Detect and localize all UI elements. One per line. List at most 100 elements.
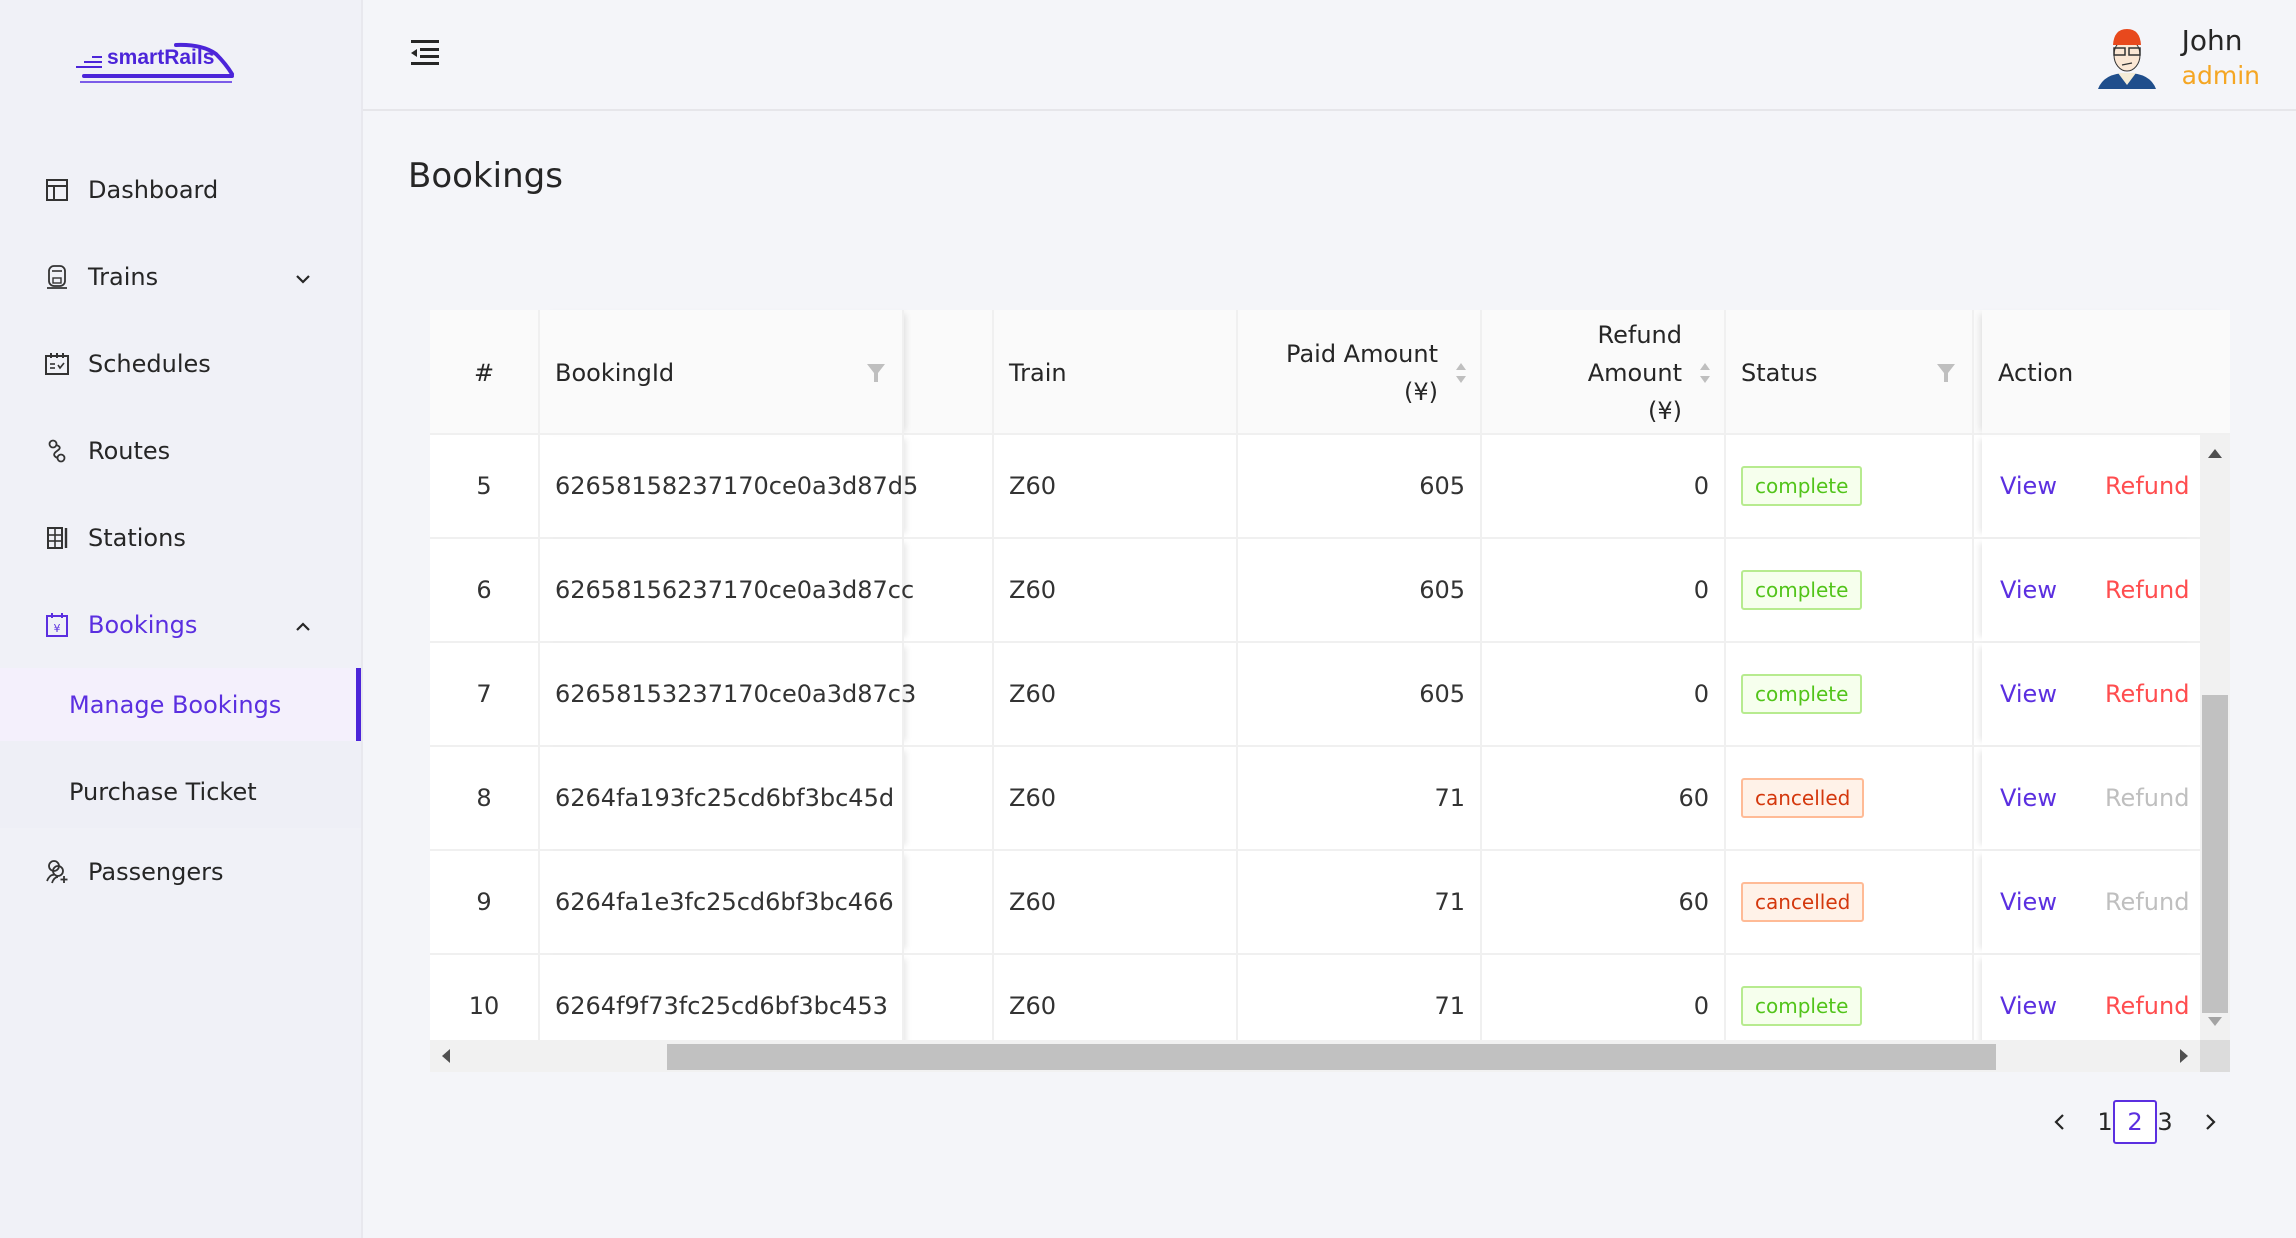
refund-link[interactable]: Refund — [2105, 992, 2189, 1020]
view-link[interactable]: View — [2000, 472, 2057, 500]
cell-hidden — [904, 851, 994, 953]
cell-refund-amount: 0 — [1482, 435, 1726, 537]
sidebar-item-bookings[interactable]: ¥ Bookings — [0, 581, 361, 668]
cell-refund-amount: 0 — [1482, 539, 1726, 641]
cell-train: Z60 — [994, 539, 1238, 641]
cell-index-text: 6 — [476, 576, 492, 604]
scroll-down-icon[interactable] — [2208, 1017, 2222, 1026]
column-label: Status — [1741, 358, 1818, 387]
horizontal-scrollbar[interactable] — [430, 1040, 2200, 1072]
user-role: admin — [2181, 61, 2260, 90]
sidebar-item-label: Bookings — [88, 610, 198, 639]
cell-booking-id-text: 6264fa193fc25cd6bf3bc45d — [555, 784, 895, 812]
sidebar-item-passengers[interactable]: Passengers — [0, 828, 361, 915]
cell-hidden — [904, 435, 994, 537]
sort-icon[interactable] — [1454, 360, 1468, 386]
view-link[interactable]: View — [2000, 888, 2057, 916]
cell-paid-amount: 605 — [1238, 435, 1482, 537]
page-3-button[interactable]: 3 — [2143, 1100, 2187, 1144]
sidebar-item-label: Passengers — [88, 857, 224, 886]
cell-paid-amount-text: 71 — [1434, 784, 1465, 812]
status-badge: cancelled — [1741, 778, 1865, 818]
scroll-up-icon[interactable] — [2208, 449, 2222, 458]
cell-status: complete — [1726, 539, 1974, 641]
view-link[interactable]: View — [2000, 680, 2057, 708]
sidebar-item-manage-bookings[interactable]: Manage Bookings — [0, 668, 361, 741]
cell-index: 7 — [430, 643, 540, 745]
cell-paid-amount-text: 71 — [1434, 992, 1465, 1020]
cell-paid-amount-text: 71 — [1434, 888, 1465, 916]
sidebar-item-dashboard[interactable]: Dashboard — [0, 146, 361, 233]
calendar-yen-icon: ¥ — [44, 612, 70, 638]
cell-booking-id-text: 6264f9f73fc25cd6bf3bc453 — [555, 992, 888, 1020]
sidebar-item-routes[interactable]: Routes — [0, 407, 361, 494]
cell-hidden — [904, 539, 994, 641]
cell-action: View Refund — [1982, 435, 2200, 537]
sidebar-item-label: Schedules — [88, 349, 211, 378]
scroll-right-icon[interactable] — [2180, 1049, 2188, 1063]
page-numbers: 123 — [2090, 1100, 2180, 1144]
bookings-table: # BookingId Train Paid Amount (¥) Refund… — [430, 310, 2230, 1072]
cell-status: complete — [1726, 435, 1974, 537]
cell-hidden — [904, 955, 994, 1040]
avatar[interactable] — [2094, 23, 2160, 93]
refund-link: Refund — [2104, 888, 2190, 916]
table-row: 10 6264f9f73fc25cd6bf3bc453 Z60 71 0 complete… — [430, 955, 2200, 1040]
sidebar-item-trains[interactable]: Trains — [0, 233, 361, 320]
refund-link[interactable]: Refund — [2105, 576, 2189, 604]
svg-text:¥: ¥ — [54, 622, 61, 635]
column-header-paid-amount[interactable]: Paid Amount (¥) — [1238, 310, 1482, 435]
cell-paid-amount-text: 605 — [1419, 680, 1465, 708]
scroll-left-icon[interactable] — [442, 1049, 450, 1063]
sidebar-item-stations[interactable]: Stations — [0, 494, 361, 581]
table-row: 8 6264fa193fc25cd6bf3bc45d Z60 71 60 cancelle… — [430, 747, 2200, 851]
user-profile[interactable]: John admin — [2094, 20, 2260, 96]
cell-paid-amount: 605 — [1238, 643, 1482, 745]
cell-booking-id: 62658153237170ce0a3d87c3 — [540, 643, 916, 745]
cell-booking-id: 6264fa1e3fc25cd6bf3bc466 — [540, 851, 904, 953]
vertical-scrollbar[interactable] — [2200, 435, 2230, 1040]
user-add-icon — [44, 859, 70, 885]
cell-train-text: Z60 — [1009, 576, 1056, 604]
cell-booking-id: 6264fa193fc25cd6bf3bc45d — [540, 747, 904, 849]
column-label: Train — [1009, 358, 1067, 387]
cell-status: cancelled — [1726, 747, 1974, 849]
refund-link[interactable]: Refund — [2105, 472, 2189, 500]
cell-booking-id-text: 6264fa1e3fc25cd6bf3bc466 — [555, 888, 894, 916]
status-badge: complete — [1741, 466, 1863, 506]
cell-train-text: Z60 — [1009, 680, 1056, 708]
cell-refund-amount-text: 60 — [1678, 784, 1709, 812]
smartrails-logo[interactable]: smartRails — [74, 40, 244, 90]
cell-train-text: Z60 — [1009, 472, 1056, 500]
view-link[interactable]: View — [2000, 784, 2057, 812]
prev-page-button[interactable] — [2038, 1100, 2082, 1144]
cell-train: Z60 — [994, 435, 1238, 537]
view-link[interactable]: View — [2000, 992, 2057, 1020]
filter-icon[interactable] — [866, 362, 886, 384]
cell-index: 10 — [430, 955, 540, 1040]
sort-icon[interactable] — [1698, 360, 1712, 386]
cell-index-text: 9 — [476, 888, 492, 916]
column-label: # — [473, 358, 495, 387]
next-page-button[interactable] — [2188, 1100, 2232, 1144]
menu-fold-button[interactable] — [409, 38, 441, 66]
column-header-status: Status — [1726, 310, 1974, 435]
refund-link[interactable]: Refund — [2105, 680, 2189, 708]
table-row: 5 62658158237170ce0a3d87d5 Z60 605 0 complete… — [430, 435, 2200, 539]
column-header-refund-amount[interactable]: Refund Amount (¥) — [1482, 310, 1726, 435]
cell-refund-amount-text: 0 — [1693, 992, 1709, 1020]
sidebar-item-schedules[interactable]: Schedules — [0, 320, 361, 407]
horizontal-scroll-thumb[interactable] — [667, 1044, 1996, 1070]
sidebar-item-purchase-ticket[interactable]: Purchase Ticket — [0, 755, 361, 828]
cell-paid-amount-text: 605 — [1419, 576, 1465, 604]
cell-paid-amount-text: 605 — [1419, 472, 1465, 500]
sidebar-item-label: Manage Bookings — [69, 690, 282, 719]
column-header-hidden — [904, 310, 994, 435]
filter-icon[interactable] — [1936, 362, 1956, 384]
column-header-index: # — [430, 310, 540, 435]
cell-refund-amount-text: 0 — [1693, 680, 1709, 708]
view-link[interactable]: View — [2000, 576, 2057, 604]
vertical-scroll-thumb[interactable] — [2202, 695, 2228, 1013]
cell-train: Z60 — [994, 851, 1238, 953]
cell-refund-amount: 60 — [1482, 851, 1726, 953]
